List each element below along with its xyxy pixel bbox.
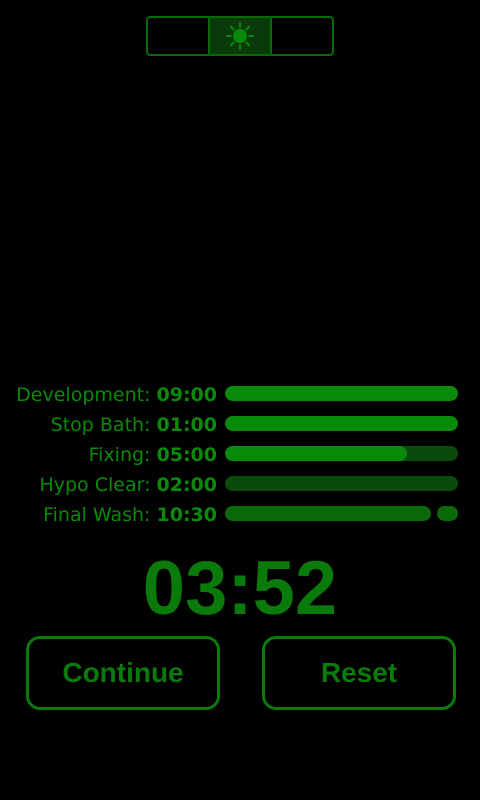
mode-segment-active[interactable] [208, 18, 270, 54]
step-time: 01:00 [156, 414, 217, 436]
reset-button[interactable]: Reset [262, 636, 456, 710]
step-progress-bar [225, 476, 458, 491]
step-label: Fixing: 05:00 [88, 444, 217, 466]
step-stop-bath: Stop Bath: 01:00 [0, 410, 480, 440]
countdown-timer: 03:52 [142, 546, 338, 631]
step-progress-bar [225, 386, 458, 401]
step-time: 09:00 [156, 384, 217, 406]
step-progress-fill [225, 416, 458, 431]
step-progress-bar [225, 416, 458, 431]
sun-icon [226, 22, 254, 50]
mode-segment-right[interactable] [270, 18, 332, 54]
mode-selector [146, 16, 334, 56]
step-time: 02:00 [156, 474, 217, 496]
step-label: Development: 09:00 [16, 384, 217, 406]
step-fixing: Fixing: 05:00 [0, 440, 480, 470]
step-progress-bar [225, 506, 458, 521]
continue-button[interactable]: Continue [26, 636, 220, 710]
wash-segment-end [437, 506, 458, 521]
step-hypo-clear: Hypo Clear: 02:00 [0, 470, 480, 500]
step-time: 10:30 [156, 504, 217, 526]
step-time: 05:00 [156, 444, 217, 466]
step-progress-bar [225, 446, 458, 461]
step-label: Hypo Clear: 02:00 [39, 474, 217, 496]
step-label: Final Wash: 10:30 [43, 504, 217, 526]
step-progress-fill [225, 386, 458, 401]
step-label: Stop Bath: 01:00 [50, 414, 217, 436]
step-final-wash: Final Wash: 10:30 [0, 500, 480, 530]
wash-segment-main [225, 506, 431, 521]
step-development: Development: 09:00 [0, 380, 480, 410]
step-progress-fill [225, 446, 407, 461]
mode-segment-left[interactable] [148, 18, 208, 54]
